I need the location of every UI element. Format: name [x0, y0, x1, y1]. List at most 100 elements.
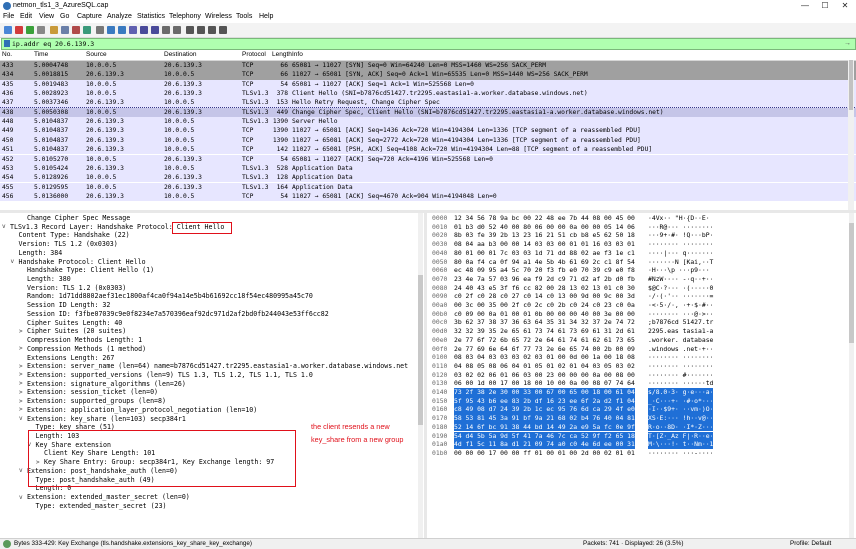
expand-chevron-icon[interactable]: > [19, 371, 23, 378]
col-destination[interactable]: Destination [164, 51, 197, 58]
byte-hex[interactable]: c8 49 08 d7 24 39 2b 1c ec 95 76 6d ca 2… [454, 405, 635, 414]
byte-ascii[interactable]: ·······N [Kai,··T [648, 258, 713, 267]
stop-capture-icon[interactable] [15, 26, 23, 34]
menu-analyze[interactable]: Analyze [107, 13, 132, 20]
byte-ascii[interactable]: $@C·?··· ·(·····0 [648, 284, 713, 293]
col-length[interactable]: Length [272, 51, 292, 58]
packet-row[interactable]: 448 5.0104837 20.6.139.3 10.0.0.5 TLSv1.3 139… [0, 117, 856, 127]
menu-statistics[interactable]: Statistics [137, 13, 165, 20]
byte-ascii[interactable]: 2295.eas tasia1-a [648, 327, 713, 336]
detail-line[interactable]: Extension: signature_algorithms (len=26) [27, 380, 186, 388]
byte-ascii[interactable]: s/8.0·3· g·e···a· [648, 388, 714, 397]
expand-chevron-icon[interactable]: > [19, 363, 23, 370]
detail-line[interactable]: Length: 380 [27, 275, 71, 283]
byte-ascii[interactable]: R·o··8D· ·I*·Z··· [648, 422, 714, 432]
packet-row[interactable]: 436 5.0028923 10.0.0.5 20.6.139.3 TLSv1.3 378… [0, 89, 856, 99]
byte-hex[interactable]: 32 32 39 35 2e 65 61 73 74 61 73 69 61 3… [454, 327, 635, 336]
detail-line[interactable]: Extension: session_ticket (len=0) [27, 388, 158, 396]
byte-hex[interactable]: 12 34 56 78 9a bc 00 22 48 ee 7b 44 08 0… [454, 214, 635, 223]
detail-line[interactable]: Content Type: Handshake (22) [19, 231, 130, 239]
packet-row[interactable]: 452 5.0105270 10.0.0.5 20.6.139.3 TCP 54 65081… [0, 154, 856, 164]
byte-ascii[interactable]: ;b7876cd 51427.tr [648, 318, 713, 327]
expert-info-icon[interactable] [3, 540, 11, 548]
byte-ascii[interactable]: ·4Vx·· "H·{D··E· [648, 214, 710, 223]
col-info[interactable]: Info [292, 51, 303, 58]
details-scrollbar[interactable] [418, 213, 423, 538]
open-file-icon[interactable] [50, 26, 58, 34]
detail-line[interactable]: Version: TLS 1.2 (0x0303) [27, 284, 126, 292]
byte-hex[interactable]: 2e 77 6f 72 6b 65 72 2e 64 61 74 61 62 6… [454, 336, 635, 345]
close-file-icon[interactable] [72, 26, 80, 34]
packet-row[interactable]: 438 5.0050308 10.0.0.5 20.6.139.3 TLSv1.3 449… [0, 106, 856, 119]
restart-capture-icon[interactable] [26, 26, 34, 34]
byte-hex[interactable]: ec 48 09 95 a4 5c 70 20 f3 fb e0 70 39 c… [454, 266, 635, 275]
detail-line[interactable]: Extension: supported_versions (len=9) TL… [27, 371, 313, 379]
detail-line[interactable]: Type: extended_master_secret (23) [36, 502, 167, 510]
zoom-out-icon[interactable] [197, 26, 205, 34]
expand-chevron-icon[interactable]: > [19, 328, 23, 335]
byte-ascii[interactable]: ········ ···@·>·· [648, 310, 713, 319]
packet-row[interactable]: 437 5.0037346 20.6.139.3 10.0.0.5 TLSv1.3 153… [0, 98, 856, 108]
byte-ascii[interactable]: ·<·5·/·, ·+·$·#·· [648, 301, 713, 310]
expand-chevron-icon[interactable]: > [19, 345, 23, 352]
zoom-normal-icon[interactable] [208, 26, 216, 34]
packet-list-scrollbar[interactable] [848, 60, 854, 210]
byte-ascii[interactable]: XS·E:··· !h··v@·· [648, 414, 714, 423]
byte-hex[interactable]: 23 4e 7a 57 03 96 ea f9 2d c9 71 d2 af 2… [454, 275, 635, 284]
menu-wireless[interactable]: Wireless [205, 13, 232, 20]
byte-ascii[interactable]: ········ ········ [648, 353, 713, 362]
col-source[interactable]: Source [86, 51, 107, 58]
autoscroll-icon[interactable] [162, 26, 170, 34]
capture-options-icon[interactable] [37, 26, 45, 34]
detail-line[interactable]: Extensions Length: 267 [27, 354, 114, 362]
byte-hex[interactable]: 04 08 05 08 06 04 01 05 01 02 01 04 03 0… [454, 362, 635, 371]
byte-ascii[interactable]: ····|··· q······· [648, 249, 713, 258]
menu-file[interactable]: File [3, 13, 14, 20]
bookmark-icon[interactable] [4, 40, 10, 47]
byte-ascii[interactable]: ········ ········ [648, 362, 713, 371]
packet-row[interactable]: 449 5.0104837 20.6.139.3 10.0.0.5 TCP 1390 110… [0, 126, 856, 136]
byte-ascii[interactable]: ·/·(·'·· ·······= [648, 292, 713, 301]
collapse-chevron-icon[interactable]: v [11, 258, 15, 265]
reload-icon[interactable] [83, 26, 91, 34]
scroll-thumb[interactable] [418, 275, 423, 425]
go-to-packet-icon[interactable] [129, 26, 137, 34]
expand-chevron-icon[interactable]: > [19, 389, 23, 396]
byte-ascii[interactable]: ········ ···-···· [648, 449, 713, 458]
detail-line[interactable]: Extension: extended_master_secret (len=0… [27, 493, 190, 501]
byte-hex[interactable]: 08 04 aa b3 00 00 14 03 03 00 01 01 16 0… [454, 240, 635, 249]
byte-ascii[interactable]: _·C···+· ·#·o*··· [648, 396, 714, 406]
byte-hex[interactable]: 80 0a f4 ca 0f 94 a1 4e 5b 4b 61 69 2c c… [454, 258, 635, 267]
byte-ascii[interactable]: ········ ········ [648, 240, 713, 249]
bytes-scrollbar[interactable] [849, 213, 854, 538]
byte-ascii[interactable]: ·I··$9+· ··vm·)O· [648, 405, 714, 414]
filter-input[interactable]: ip.addr eq 20.6.139.3 [12, 39, 94, 49]
collapse-chevron-icon[interactable]: v [19, 494, 23, 501]
byte-ascii[interactable]: T·[Z·_Az F|·R··e· [648, 431, 714, 440]
byte-hex[interactable]: 24 40 43 e5 3f f6 cc 82 00 28 13 02 13 0… [454, 284, 635, 293]
expand-chevron-icon[interactable]: > [19, 406, 23, 413]
close-button[interactable]: ✕ [836, 1, 854, 11]
detail-line[interactable]: Compression Methods Length: 1 [27, 336, 142, 344]
collapse-chevron-icon[interactable]: v [19, 467, 23, 474]
detail-line[interactable]: Extension: server_name (len=64) name=b78… [27, 362, 408, 370]
menu-capture[interactable]: Capture [77, 13, 102, 20]
colorize-icon[interactable] [173, 26, 181, 34]
find-packet-icon[interactable] [96, 26, 104, 34]
byte-hex[interactable]: 73 2f 38 2e 30 00 33 00 67 00 65 00 18 0… [454, 388, 635, 397]
first-packet-icon[interactable] [140, 26, 148, 34]
byte-hex[interactable]: 52 14 6f bc 91 38 44 bd 14 49 2a e9 5a f… [454, 422, 635, 432]
col-time[interactable]: Time [34, 51, 48, 58]
byte-ascii[interactable]: M·\···!· t··Nm··1 [648, 440, 714, 449]
detail-line[interactable]: Length: 384 [19, 249, 63, 257]
menu-edit[interactable]: Edit [20, 13, 32, 20]
collapse-chevron-icon[interactable]: v [19, 415, 23, 422]
packet-row[interactable]: 453 5.0105424 20.6.139.3 10.0.0.5 TLSv1.3 528… [0, 163, 856, 174]
packet-row[interactable]: 434 5.0018815 20.6.139.3 10.0.0.5 TCP 66 11027… [0, 70, 856, 80]
detail-line[interactable]: Cipher Suites (20 suites) [27, 327, 126, 335]
col-protocol[interactable]: Protocol [242, 51, 266, 58]
expand-chevron-icon[interactable]: > [19, 398, 23, 405]
go-back-icon[interactable] [107, 26, 115, 34]
packet-details[interactable]: Change Cipher Spec Message v TLSv1.3 Recor… [0, 213, 424, 538]
scroll-thumb[interactable] [849, 60, 853, 110]
